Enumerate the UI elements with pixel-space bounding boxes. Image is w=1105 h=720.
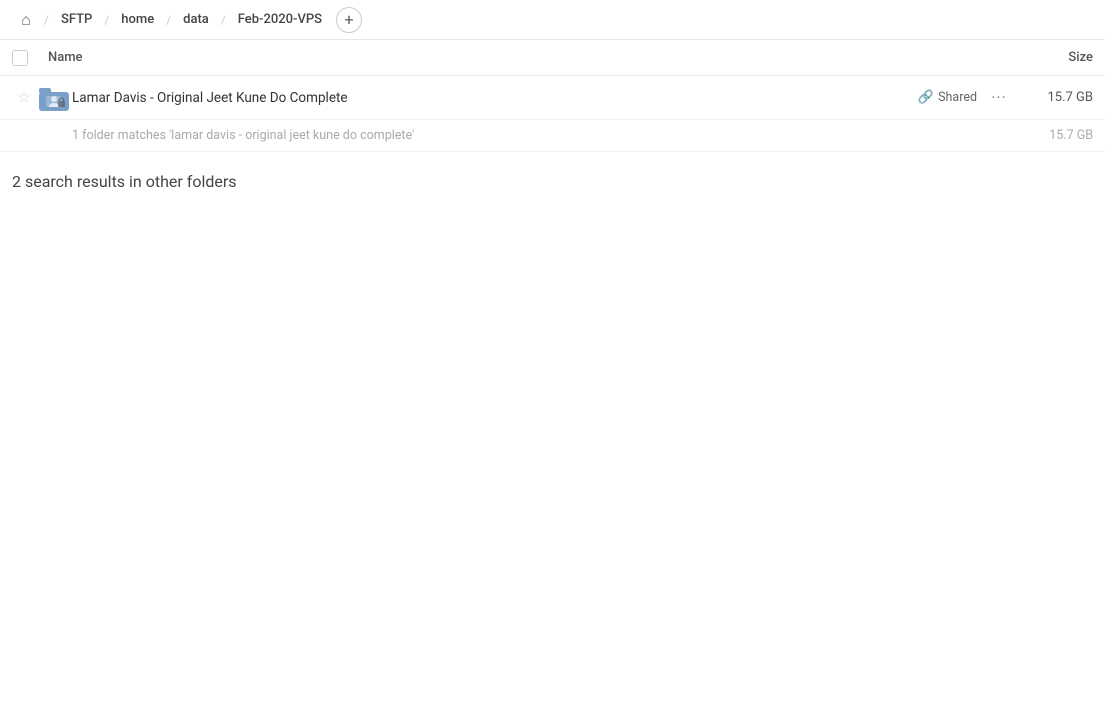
file-size: 15.7 GB bbox=[1013, 90, 1093, 105]
column-name-header: Name bbox=[48, 50, 993, 65]
breadcrumb-data[interactable]: data bbox=[175, 9, 217, 30]
add-tab-button[interactable]: + bbox=[336, 7, 362, 33]
match-size: 15.7 GB bbox=[1013, 128, 1093, 143]
link-icon: 🔗 bbox=[918, 90, 934, 105]
shared-badge: 🔗 Shared bbox=[918, 90, 977, 105]
file-name: Lamar Davis - Original Jeet Kune Do Comp… bbox=[72, 90, 918, 106]
sep-2: / bbox=[104, 13, 109, 27]
breadcrumb-feb-2020-vps[interactable]: Feb-2020-VPS bbox=[230, 9, 330, 30]
breadcrumb-home[interactable]: home bbox=[113, 9, 162, 30]
sep-3: / bbox=[166, 13, 171, 27]
sep-4: / bbox=[221, 13, 226, 27]
other-folders-heading: 2 search results in other folders bbox=[0, 152, 1105, 203]
shared-label: Shared bbox=[938, 90, 977, 105]
folder-icon bbox=[39, 85, 69, 111]
breadcrumb-bar: ⌂ / SFTP / home / data / Feb-2020-VPS + bbox=[0, 0, 1105, 40]
select-all-col bbox=[12, 50, 48, 66]
more-options-button[interactable]: ··· bbox=[985, 84, 1013, 112]
home-icon[interactable]: ⌂ bbox=[12, 6, 40, 34]
file-row[interactable]: ☆ Lamar Davis - Original Jeet Kune Do Co… bbox=[0, 76, 1105, 120]
folder-icon-col bbox=[36, 85, 72, 111]
select-all-checkbox[interactable] bbox=[12, 50, 28, 66]
match-text: 1 folder matches 'lamar davis - original… bbox=[72, 128, 1013, 143]
match-info-row: 1 folder matches 'lamar davis - original… bbox=[0, 120, 1105, 152]
file-meta: 🔗 Shared ··· bbox=[918, 84, 1013, 112]
sep-1: / bbox=[44, 13, 49, 27]
breadcrumb-sftp[interactable]: SFTP bbox=[53, 9, 100, 30]
star-icon[interactable]: ☆ bbox=[12, 90, 36, 106]
column-size-header: Size bbox=[993, 50, 1093, 65]
table-header: Name Size bbox=[0, 40, 1105, 76]
